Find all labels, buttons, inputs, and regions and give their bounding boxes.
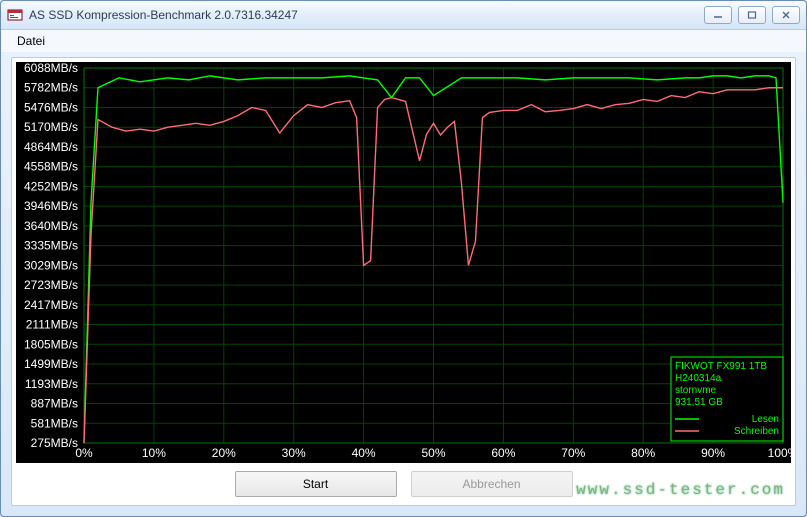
start-button[interactable]: Start: [235, 471, 397, 497]
svg-text:stornvme: stornvme: [675, 385, 717, 396]
svg-text:1805MB/s: 1805MB/s: [24, 337, 78, 351]
svg-text:90%: 90%: [701, 446, 725, 460]
svg-text:4864MB/s: 4864MB/s: [24, 140, 78, 154]
svg-text:4558MB/s: 4558MB/s: [24, 160, 78, 174]
close-button[interactable]: [772, 6, 800, 24]
svg-text:2417MB/s: 2417MB/s: [24, 298, 78, 312]
svg-text:4252MB/s: 4252MB/s: [24, 179, 78, 193]
svg-text:20%: 20%: [212, 446, 236, 460]
svg-text:1193MB/s: 1193MB/s: [25, 377, 78, 391]
minimize-button[interactable]: [704, 6, 732, 24]
svg-text:40%: 40%: [352, 446, 376, 460]
svg-text:100%: 100%: [768, 446, 791, 460]
svg-text:60%: 60%: [491, 446, 515, 460]
svg-text:0%: 0%: [75, 446, 93, 460]
button-row: Start Abbrechen www.ssd-tester.com: [12, 463, 795, 505]
svg-text:30%: 30%: [282, 446, 306, 460]
window-controls: [704, 6, 800, 24]
svg-text:70%: 70%: [561, 446, 585, 460]
svg-text:275MB/s: 275MB/s: [31, 436, 78, 450]
svg-text:5476MB/s: 5476MB/s: [24, 100, 78, 114]
svg-text:931,51 GB: 931,51 GB: [675, 397, 723, 408]
maximize-button[interactable]: [738, 6, 766, 24]
svg-text:3335MB/s: 3335MB/s: [24, 239, 78, 253]
watermark: www.ssd-tester.com: [576, 481, 785, 499]
app-window: AS SSD Kompression-Benchmark 2.0.7316.34…: [0, 0, 807, 517]
titlebar: AS SSD Kompression-Benchmark 2.0.7316.34…: [1, 1, 806, 30]
svg-text:581MB/s: 581MB/s: [31, 416, 78, 430]
svg-text:10%: 10%: [142, 446, 166, 460]
chart: 275MB/s 581MB/s 887MB/s 1193MB/s 1499MB/s 180…: [16, 62, 791, 463]
svg-text:2111MB/s: 2111MB/s: [26, 318, 78, 332]
svg-text:3029MB/s: 3029MB/s: [24, 258, 78, 272]
svg-text:887MB/s: 887MB/s: [31, 397, 78, 411]
menu-file[interactable]: Datei: [9, 32, 53, 50]
menubar: Datei: [1, 30, 806, 52]
abort-button: Abbrechen: [411, 471, 573, 497]
svg-text:6088MB/s: 6088MB/s: [24, 62, 78, 75]
svg-text:1499MB/s: 1499MB/s: [24, 357, 78, 371]
svg-text:3640MB/s: 3640MB/s: [24, 219, 78, 233]
chart-svg: 275MB/s 581MB/s 887MB/s 1193MB/s 1499MB/s 180…: [16, 62, 791, 463]
client-area: 275MB/s 581MB/s 887MB/s 1193MB/s 1499MB/s 180…: [11, 57, 796, 506]
svg-text:2723MB/s: 2723MB/s: [24, 278, 78, 292]
svg-text:3946MB/s: 3946MB/s: [24, 199, 78, 213]
window-title: AS SSD Kompression-Benchmark 2.0.7316.34…: [29, 8, 704, 22]
svg-text:5170MB/s: 5170MB/s: [24, 120, 78, 134]
svg-text:50%: 50%: [421, 446, 445, 460]
app-icon: [7, 7, 23, 23]
svg-text:FIKWOT FX991 1TB: FIKWOT FX991 1TB: [675, 361, 767, 372]
svg-text:80%: 80%: [631, 446, 655, 460]
svg-text:Lesen: Lesen: [752, 414, 779, 425]
svg-text:Schreiben: Schreiben: [734, 426, 779, 437]
svg-text:5782MB/s: 5782MB/s: [24, 81, 78, 95]
svg-text:H240314a: H240314a: [675, 373, 722, 384]
